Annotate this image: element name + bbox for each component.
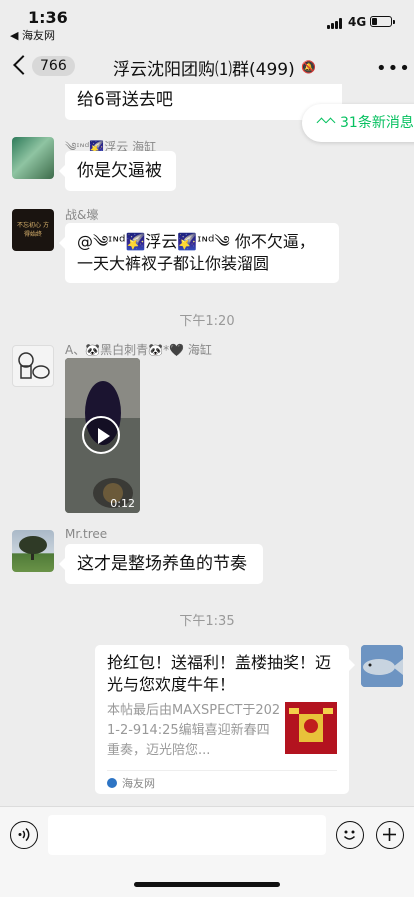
message-text-line: @༄ᶦᶰᵈ🌠浮云🌠ᶦᶰᵈ༄ 你不欠逼， bbox=[77, 232, 315, 251]
card-title: 抢红包！送福利！盖楼抽奖！迈光与您欢度牛年！ bbox=[107, 653, 332, 694]
message-text: 给6哥送去吧 bbox=[77, 90, 173, 110]
add-icon bbox=[383, 828, 396, 841]
link-card-message[interactable]: 抢红包！送福利！盖楼抽奖！迈光与您欢度牛年！ 本帖最后由MAXSPECT于202… bbox=[95, 645, 355, 794]
message-input[interactable] bbox=[48, 815, 326, 855]
back-button[interactable]: 766 bbox=[8, 52, 78, 82]
card-thumbnail bbox=[285, 702, 337, 754]
message-text: 这才是整场养鱼的节奏 bbox=[77, 554, 247, 574]
voice-icon bbox=[18, 827, 30, 842]
network-type: 4G bbox=[348, 15, 367, 29]
timestamp: 下午1:20 bbox=[179, 314, 235, 329]
my-avatar[interactable] bbox=[361, 645, 403, 687]
card-description: 本帖最后由MAXSPECT于2021-2-914:25编辑喜迎新春四重奏，迈光陪… bbox=[107, 703, 281, 758]
avatar[interactable] bbox=[12, 137, 54, 179]
message-text: 你是欠逼被 bbox=[77, 161, 162, 181]
video-message[interactable]: 0:12 bbox=[65, 358, 140, 513]
emoji-icon bbox=[343, 830, 356, 840]
message-bubble[interactable]: 这才是整场养鱼的节奏 bbox=[59, 544, 263, 584]
message-bubble[interactable]: 你是欠逼被 bbox=[59, 151, 176, 191]
cartoon-avatar-icon bbox=[18, 352, 50, 379]
source-app-icon bbox=[107, 778, 117, 788]
video-duration: 0:12 bbox=[110, 497, 135, 510]
home-indicator[interactable] bbox=[134, 882, 280, 887]
battery-icon bbox=[370, 16, 395, 27]
sender-name: Mr.tree bbox=[65, 527, 108, 541]
more-functions-button[interactable] bbox=[376, 821, 404, 849]
back-to-app-link[interactable]: ◀ 海友网 bbox=[10, 27, 55, 43]
tree-avatar-icon bbox=[19, 536, 47, 560]
avatar[interactable]: 不忘初心 方得始终 bbox=[12, 209, 54, 251]
status-bar: 1:36 ◀ 海友网 4G bbox=[0, 0, 414, 44]
message-bubble[interactable]: 给6哥送去吧 bbox=[65, 84, 342, 120]
card-divider bbox=[107, 770, 337, 771]
sender-name: 战&壕 bbox=[65, 208, 99, 222]
message-text-line: 一天大裤衩子都让你装溜圆 bbox=[77, 254, 270, 273]
signal-icon bbox=[327, 18, 344, 29]
new-messages-button[interactable]: 31条新消息 bbox=[302, 104, 414, 142]
card-source: 海友网 bbox=[107, 775, 155, 791]
new-messages-label: 31条新消息 bbox=[340, 115, 414, 131]
more-options-button[interactable]: ••• bbox=[376, 58, 411, 79]
emoji-button[interactable] bbox=[336, 821, 364, 849]
sender-name: A、🐼黑白刺青🐼*🖤 海缸 bbox=[65, 343, 212, 357]
status-time: 1:36 bbox=[28, 8, 68, 27]
timestamp: 下午1:35 bbox=[179, 614, 235, 629]
voice-input-button[interactable] bbox=[10, 821, 38, 849]
avatar[interactable] bbox=[12, 345, 54, 387]
muted-bell-icon: 🔕 bbox=[301, 60, 316, 74]
message-bubble[interactable]: @༄ᶦᶰᵈ🌠浮云🌠ᶦᶰᵈ༄ 你不欠逼， 一天大裤衩子都让你装溜圆 bbox=[59, 223, 339, 283]
chat-title: 浮云沈阳团购⑴群(499) bbox=[113, 60, 295, 80]
avatar[interactable] bbox=[12, 530, 54, 572]
arrow-up-icon bbox=[325, 117, 336, 128]
avatar-caption: 不忘初心 方得始终 bbox=[17, 222, 49, 238]
fish-avatar-icon bbox=[361, 645, 403, 687]
play-icon bbox=[98, 428, 110, 444]
unread-count-badge: 766 bbox=[32, 56, 75, 76]
play-button[interactable] bbox=[82, 416, 120, 454]
chevron-left-icon bbox=[13, 55, 33, 75]
card-source-label: 海友网 bbox=[122, 777, 155, 790]
